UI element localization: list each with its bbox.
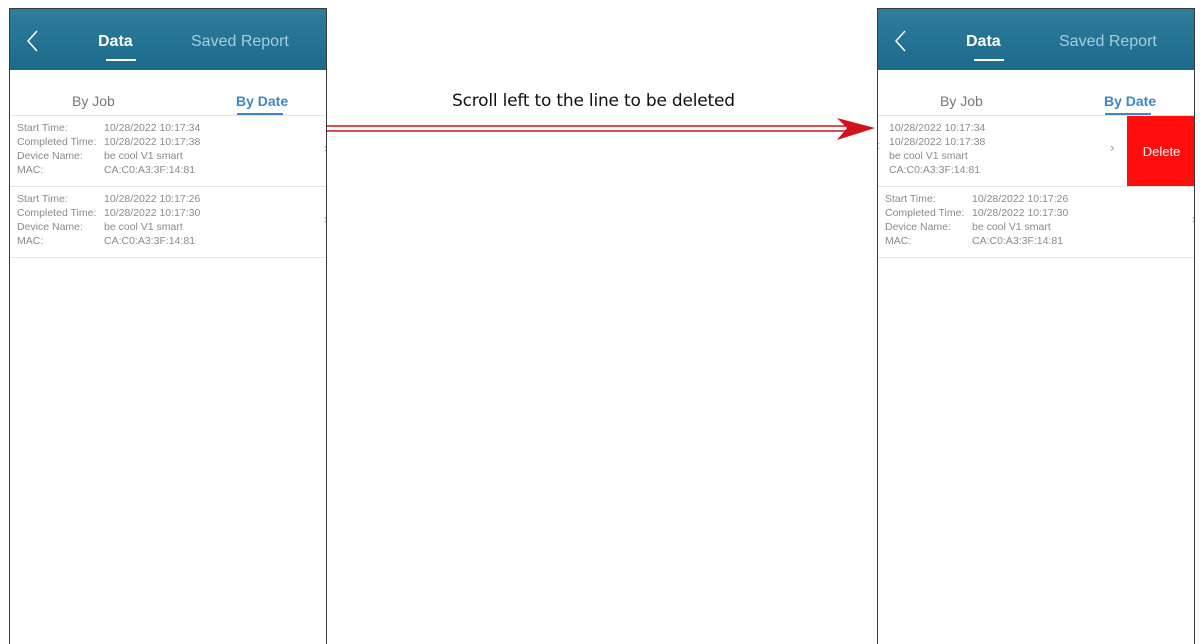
app-header: Data Saved Report <box>878 9 1194 70</box>
app-header: Data Saved Report <box>10 9 326 70</box>
mac-line: MAC: CA:C0:A3:3F:14:81 <box>17 235 196 247</box>
tab-data[interactable]: Data <box>966 33 1001 51</box>
subtab-by-date[interactable]: By Date <box>236 93 288 109</box>
completed-time-line: Completed Time: 10/28/2022 10:17:30 <box>885 207 1069 219</box>
record-list: : 10/28/2022 10:17:34 10/28/2022 10:17:3… <box>878 116 1194 258</box>
phone-screen-after: Data Saved Report By Job By Date : 10/28… <box>877 8 1195 644</box>
completed-time-value: 10/28/2022 10:17:38 <box>889 136 986 148</box>
completed-time-line: Completed Time: 10/28/2022 10:17:30 <box>17 207 201 219</box>
active-tab-indicator <box>974 59 1004 61</box>
completed-time-line: Completed Time: 10/28/2022 10:17:38 <box>17 136 201 148</box>
device-name-value: be cool V1 smart <box>889 150 968 162</box>
list-item-swiped[interactable]: : 10/28/2022 10:17:34 10/28/2022 10:17:3… <box>878 116 1194 187</box>
chevron-left-icon <box>26 30 38 52</box>
list-item[interactable]: Start Time: 10/28/2022 10:17:26 Completed… <box>878 187 1194 258</box>
start-time-line: Start Time: 10/28/2022 10:17:26 <box>885 193 1069 205</box>
right-arrow-icon <box>327 118 875 140</box>
record-list: Start Time: 10/28/2022 10:17:34 Completed… <box>10 116 326 258</box>
tab-saved-report[interactable]: Saved Report <box>1059 33 1157 51</box>
chevron-right-icon: › <box>1192 212 1194 226</box>
subtab-by-date[interactable]: By Date <box>1104 93 1156 109</box>
subtab-by-job[interactable]: By Job <box>940 93 983 109</box>
subtab-bar: By Job By Date <box>10 70 326 116</box>
tab-data[interactable]: Data <box>98 33 133 51</box>
subtab-bar: By Job By Date <box>878 70 1194 116</box>
list-item[interactable]: Start Time: 10/28/2022 10:17:34 Completed… <box>10 116 326 187</box>
device-name-line: Device Name: be cool V1 smart <box>17 150 183 162</box>
tab-saved-report[interactable]: Saved Report <box>191 33 289 51</box>
instruction-text: Scroll left to the line to be deleted <box>452 91 735 111</box>
start-time-value: 10/28/2022 10:17:34 <box>889 122 986 134</box>
chevron-right-icon: › <box>1110 140 1115 155</box>
back-button[interactable] <box>890 28 912 54</box>
delete-button[interactable]: Delete <box>1127 116 1194 186</box>
label-edge-fragment: : <box>877 140 881 152</box>
device-name-line: Device Name: be cool V1 smart <box>17 221 183 233</box>
start-time-line: Start Time: 10/28/2022 10:17:26 <box>17 193 201 205</box>
subtab-indicator <box>1105 113 1151 115</box>
phone-screen-before: Data Saved Report By Job By Date Start T… <box>9 8 327 644</box>
device-name-line: Device Name: be cool V1 smart <box>885 221 1051 233</box>
chevron-left-icon <box>894 30 906 52</box>
mac-line: MAC: CA:C0:A3:3F:14:81 <box>17 164 196 176</box>
chevron-right-icon: › <box>324 212 326 226</box>
mac-line: MAC: CA:C0:A3:3F:14:81 <box>885 235 1064 247</box>
subtab-by-job[interactable]: By Job <box>72 93 115 109</box>
back-button[interactable] <box>22 28 44 54</box>
mac-value: CA:C0:A3:3F:14:81 <box>889 164 981 176</box>
subtab-indicator <box>237 113 283 115</box>
active-tab-indicator <box>106 59 136 61</box>
start-time-line: Start Time: 10/28/2022 10:17:34 <box>17 122 201 134</box>
list-item[interactable]: Start Time: 10/28/2022 10:17:26 Completed… <box>10 187 326 258</box>
